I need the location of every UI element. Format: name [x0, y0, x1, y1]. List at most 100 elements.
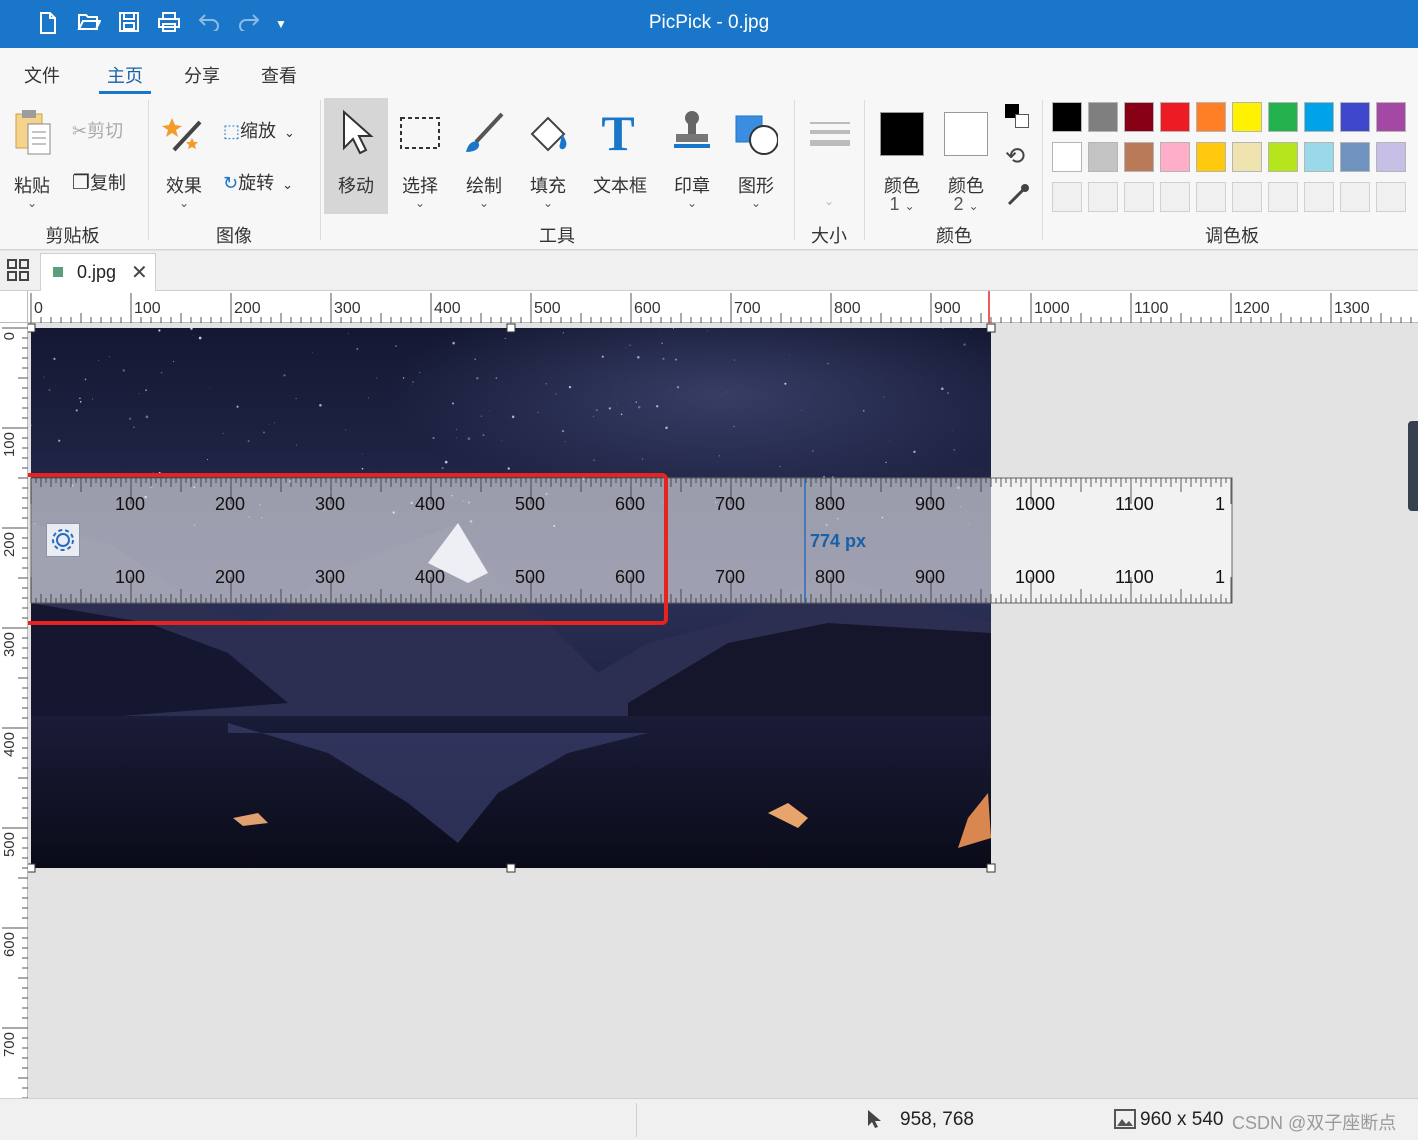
move-tool-button[interactable]: 移动	[324, 98, 388, 214]
pixel-ruler-label: 1100	[1115, 494, 1154, 514]
ruler-label: 0	[34, 300, 43, 317]
star	[676, 385, 680, 389]
star	[784, 382, 787, 385]
group-divider	[1042, 100, 1043, 240]
star	[432, 437, 435, 440]
rotate-button[interactable]: ↻旋转 ⌄	[223, 168, 293, 198]
select-tool-button[interactable]: 选择 ⌄	[390, 98, 450, 214]
palette-swatch-empty[interactable]	[1304, 182, 1334, 212]
palette-swatch[interactable]	[1232, 102, 1262, 132]
paste-button[interactable]: 粘贴 ⌄	[2, 98, 62, 214]
star	[568, 385, 572, 389]
ruler-label: 1100	[1134, 300, 1169, 317]
eyedropper-icon[interactable]	[1005, 182, 1031, 213]
close-icon[interactable]: ✕	[131, 260, 148, 285]
image-size: 960 x 540	[1140, 1109, 1224, 1130]
palette-swatch[interactable]	[1268, 142, 1298, 172]
copy-button[interactable]: ❐复制	[72, 168, 126, 198]
palette-swatch[interactable]	[1160, 142, 1190, 172]
watermark-text: CSDN @双子座断点	[1232, 1113, 1397, 1133]
star	[665, 426, 668, 430]
status-bar: 958, 768 960 x 540 CSDN @双子座断点	[0, 1098, 1418, 1140]
star	[672, 328, 674, 330]
star	[452, 341, 456, 345]
palette-swatch-empty[interactable]	[1376, 182, 1406, 212]
star	[98, 359, 100, 361]
menu-tab-home[interactable]: 主页	[107, 62, 143, 88]
resize-button[interactable]: ⬚缩放 ⌄	[223, 116, 295, 146]
palette-swatch[interactable]	[1196, 142, 1226, 172]
palette-swatch-empty[interactable]	[1052, 182, 1082, 212]
group-divider	[794, 100, 795, 240]
color1-number: 1 ⌄	[889, 194, 915, 214]
palette-swatch[interactable]	[1376, 142, 1406, 172]
cut-button[interactable]: ✂剪切	[72, 116, 123, 146]
palette-swatch[interactable]	[1160, 102, 1190, 132]
palette-swatch[interactable]	[1232, 142, 1262, 172]
palette-swatch[interactable]	[1052, 142, 1082, 172]
palette-swatch[interactable]	[1088, 142, 1118, 172]
grid-view-icon[interactable]	[6, 258, 30, 287]
menu-tab-view[interactable]: 查看	[261, 62, 297, 88]
stamp-tool-button[interactable]: 印章 ⌄	[662, 98, 722, 214]
canvas-area[interactable]: 100 200 300 400 500 600 700 800 900 1000 1100 1 100…	[28, 323, 1418, 1098]
star	[942, 327, 944, 330]
palette-swatch-empty[interactable]	[1268, 182, 1298, 212]
ruler-label: 800	[834, 300, 861, 317]
text-t-icon: T	[601, 105, 635, 161]
palette-swatch[interactable]	[1304, 102, 1334, 132]
palette-swatch-empty[interactable]	[1340, 182, 1370, 212]
ruler-settings-button[interactable]	[46, 523, 80, 557]
star	[30, 424, 32, 427]
ribbon: 粘贴 ⌄ ✂剪切 ❐复制 剪贴板 效果 ⌄ ⬚缩放 ⌄ ↻旋转 ⌄ 图像 移动 选择…	[0, 94, 1418, 250]
line-size-button[interactable]: ⌄	[800, 98, 858, 214]
palette-swatch[interactable]	[1340, 142, 1370, 172]
effects-button[interactable]: 效果 ⌄	[154, 98, 214, 214]
star	[662, 357, 665, 360]
side-panel-handle[interactable]	[1408, 421, 1418, 511]
effects-label: 效果	[166, 176, 202, 196]
color1-button[interactable]: 颜色 1 ⌄	[872, 98, 932, 214]
palette-swatch[interactable]	[1052, 102, 1082, 132]
textbox-tool-button[interactable]: T 文本框	[588, 98, 652, 214]
fill-tool-button[interactable]: 填充 ⌄	[518, 98, 578, 214]
palette-swatch-empty[interactable]	[1124, 182, 1154, 212]
palette-swatch[interactable]	[1376, 102, 1406, 132]
palette-swatch[interactable]	[1124, 142, 1154, 172]
ruler-label: 100	[134, 300, 161, 317]
star	[811, 449, 814, 452]
palette-swatch-empty[interactable]	[1160, 182, 1190, 212]
palette-swatch-empty[interactable]	[1232, 182, 1262, 212]
palette-swatch-empty[interactable]	[1088, 182, 1118, 212]
shape-tool-button[interactable]: 图形 ⌄	[726, 98, 786, 214]
chevron-down-icon: ⌄	[282, 177, 293, 192]
star	[537, 411, 539, 413]
star	[495, 377, 498, 379]
palette-swatch[interactable]	[1340, 102, 1370, 132]
ruler-label: 500	[534, 300, 561, 317]
menu-tab-file[interactable]: 文件	[24, 62, 60, 88]
star	[947, 392, 949, 394]
colors-group-label: 颜色	[936, 226, 972, 246]
palette-swatch[interactable]	[1196, 102, 1226, 132]
palette-swatch[interactable]	[1304, 142, 1334, 172]
star	[638, 406, 641, 409]
image-size-icon	[1114, 1109, 1136, 1129]
menu-tab-share[interactable]: 分享	[184, 62, 220, 88]
swap-colors-icon[interactable]: ⟲	[1005, 142, 1025, 171]
star	[616, 404, 618, 406]
resize-label: 缩放	[240, 121, 277, 141]
pixel-ruler-label: 300	[315, 494, 346, 514]
palette-swatch[interactable]	[1124, 102, 1154, 132]
document-tab[interactable]: 0.jpg ✕	[40, 253, 156, 291]
default-colors-icon[interactable]	[1005, 104, 1031, 130]
palette-swatch[interactable]	[1268, 102, 1298, 132]
palette-swatch-empty[interactable]	[1196, 182, 1226, 212]
star	[172, 360, 175, 363]
star	[561, 429, 565, 433]
draw-tool-button[interactable]: 绘制 ⌄	[454, 98, 514, 214]
color2-button[interactable]: 颜色 2 ⌄	[936, 98, 996, 214]
star	[863, 410, 865, 412]
palette-swatch[interactable]	[1088, 102, 1118, 132]
pixel-ruler-label: 400	[415, 567, 446, 587]
